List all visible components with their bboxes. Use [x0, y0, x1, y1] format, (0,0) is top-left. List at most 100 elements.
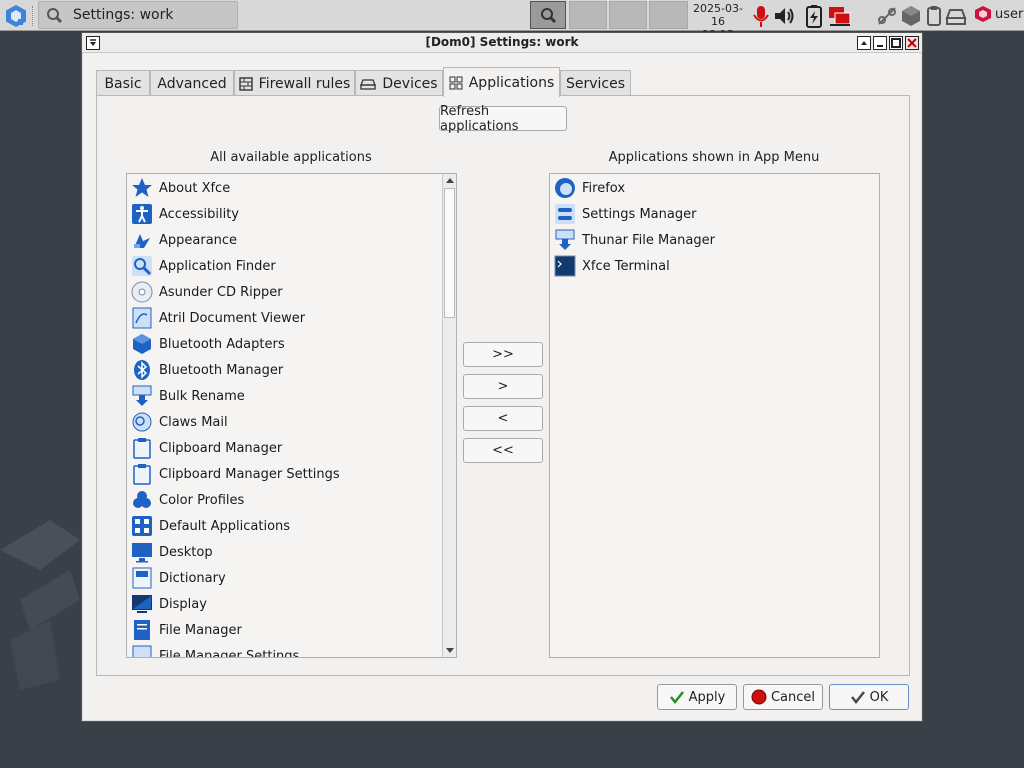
available-apps-scrollbar[interactable] [442, 174, 456, 657]
tab-basic[interactable]: Basic [96, 70, 150, 96]
tab-devices[interactable]: Devices [355, 70, 443, 96]
thunar-icon [555, 229, 575, 250]
list-item-label: Claws Mail [159, 414, 228, 430]
workspace-1[interactable] [530, 1, 566, 29]
scrollbar-thumb[interactable] [444, 188, 455, 318]
tab-advanced[interactable]: Advanced [150, 70, 234, 96]
qube-cube-icon[interactable] [900, 4, 922, 28]
default-apps-icon [132, 516, 152, 536]
add-selected-button[interactable]: > [463, 374, 543, 399]
list-item-label: Settings Manager [582, 206, 697, 222]
workspace-2[interactable] [569, 1, 607, 29]
list-item[interactable]: Xfce Terminal [550, 253, 879, 279]
list-item[interactable]: Bluetooth Adapters [127, 331, 456, 357]
list-item-label: Atril Document Viewer [159, 310, 306, 326]
cancel-button[interactable]: Cancel [743, 684, 823, 710]
available-apps-header: All available applications [210, 150, 372, 165]
taskbar-window-button[interactable]: Settings: work [38, 1, 238, 29]
apply-button[interactable]: Apply [657, 684, 737, 710]
usb-device-icon[interactable] [923, 4, 945, 28]
list-item-label: Bulk Rename [159, 388, 245, 404]
user-menu[interactable]: user [974, 5, 1023, 23]
minimize-button[interactable] [873, 36, 887, 50]
tab-firewall-rules[interactable]: Firewall rules [234, 70, 355, 96]
maximize-button[interactable] [889, 36, 903, 50]
list-item-label: Bluetooth Adapters [159, 336, 285, 352]
disk-device-icon[interactable] [945, 4, 967, 28]
list-item[interactable]: Settings Manager [550, 201, 879, 227]
close-button[interactable] [905, 36, 919, 50]
remove-selected-button[interactable]: < [463, 406, 543, 431]
clipboard-icon [133, 438, 151, 459]
rename-icon [132, 385, 152, 406]
shown-apps-list[interactable]: Firefox Settings Manager Thunar File Manag… [549, 173, 880, 658]
list-item[interactable]: Asunder CD Ripper [127, 279, 456, 305]
network-disconnected-icon[interactable] [876, 4, 898, 28]
tab-firewall-rules-label: Firewall rules [258, 75, 351, 92]
tab-services[interactable]: Services [560, 70, 631, 96]
list-item[interactable]: About Xfce [127, 175, 456, 201]
list-item[interactable]: Default Applications [127, 513, 456, 539]
user-label: user [995, 6, 1024, 22]
shade-button[interactable] [857, 36, 871, 50]
scroll-down-icon[interactable] [445, 645, 455, 655]
list-item-label: Xfce Terminal [582, 258, 670, 274]
list-item-label: Bluetooth Manager [159, 362, 284, 378]
cd-icon [131, 281, 153, 303]
microphone-icon[interactable] [750, 4, 772, 28]
drive-icon [360, 78, 377, 90]
list-item[interactable]: Color Profiles [127, 487, 456, 513]
list-item[interactable]: Application Finder [127, 253, 456, 279]
list-item[interactable]: Claws Mail [127, 409, 456, 435]
list-item-label: File Manager Settings [159, 648, 300, 658]
refresh-applications-button[interactable]: Refresh applications [439, 104, 567, 134]
list-item-label: Appearance [159, 232, 238, 248]
battery-icon[interactable] [803, 4, 825, 28]
minimize-icon [877, 45, 883, 47]
list-item[interactable]: Accessibility [127, 201, 456, 227]
dictionary-icon [132, 567, 152, 589]
checkmark-icon [669, 691, 684, 705]
workspace-window-icon [541, 8, 557, 24]
settings-window: [Dom0] Settings: work Basic Advanced Fir… [81, 32, 923, 722]
list-item[interactable]: File Manager Settings [127, 643, 456, 658]
list-item[interactable]: Appearance [127, 227, 456, 253]
panel-separator [32, 6, 34, 26]
qubes-menu-icon[interactable] [4, 4, 28, 28]
list-item-label: File Manager [159, 622, 242, 638]
tab-applications[interactable]: Applications [443, 67, 560, 97]
list-item[interactable]: Thunar File Manager [550, 227, 879, 253]
list-item[interactable]: Desktop [127, 539, 456, 565]
ok-button[interactable]: OK [829, 684, 909, 710]
window-title: [Dom0] Settings: work [425, 35, 579, 49]
terminal-icon [554, 255, 576, 277]
tab-applications-label: Applications [468, 74, 555, 91]
qubes-domains-icon[interactable] [827, 4, 853, 28]
window-titlebar[interactable]: [Dom0] Settings: work [82, 33, 922, 53]
volume-icon[interactable] [773, 4, 795, 28]
list-item[interactable]: Display [127, 591, 456, 617]
list-item[interactable]: Bluetooth Manager [127, 357, 456, 383]
available-apps-list[interactable]: About Xfce Accessibility Appearance Applica… [126, 173, 457, 658]
cancel-label: Cancel [770, 689, 816, 705]
list-item-label: Application Finder [159, 258, 276, 274]
bluetooth-icon [134, 360, 150, 380]
add-all-button[interactable]: >> [463, 342, 543, 367]
workspace-4[interactable] [649, 1, 688, 29]
list-item[interactable]: Dictionary [127, 565, 456, 591]
list-item[interactable]: Clipboard Manager [127, 435, 456, 461]
list-item[interactable]: Atril Document Viewer [127, 305, 456, 331]
applications-panel: Refresh applications All available appli… [96, 95, 910, 676]
shade-icon [861, 41, 867, 45]
display-icon [132, 595, 152, 613]
list-item-label: Clipboard Manager Settings [159, 466, 340, 482]
top-panel: Settings: work 2025-03-16 19:13 [0, 0, 1024, 41]
workspace-3[interactable] [609, 1, 647, 29]
scroll-up-icon[interactable] [445, 176, 455, 186]
list-item[interactable]: Bulk Rename [127, 383, 456, 409]
list-item[interactable]: Firefox [550, 175, 879, 201]
list-item[interactable]: File Manager [127, 617, 456, 643]
list-item[interactable]: Clipboard Manager Settings [127, 461, 456, 487]
remove-all-button[interactable]: << [463, 438, 543, 463]
close-icon [907, 38, 917, 48]
